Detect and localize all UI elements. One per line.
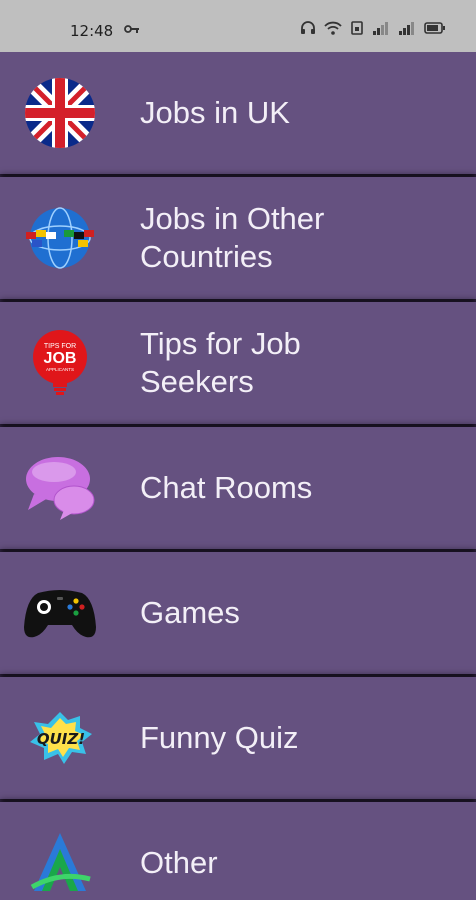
menu-item-label: Chat Rooms [140,470,313,505]
menu-item-funny-quiz[interactable]: QUIZ! Funny Quiz [0,677,476,799]
quiz-icon: QUIZ! [30,712,92,764]
globe-flags-icon [26,207,94,269]
other-logo-icon [30,833,91,891]
menu-item-label: Jobs in UK [140,95,290,130]
menu-item-tips-job-seekers[interactable]: TIPS FOR JOB APPLICANTS Tips for Job See… [0,302,476,424]
uk-flag-icon [25,78,95,148]
lightbulb-tips-icon: TIPS FOR JOB APPLICANTS [33,330,87,395]
tips-icon-text: JOB [44,350,77,367]
signal-icon [399,22,414,35]
status-time: 12:48 [70,22,114,40]
menu-item-chat-rooms[interactable]: Chat Rooms [0,427,476,549]
quiz-icon-text: QUIZ! [37,730,85,748]
wifi-icon [324,21,342,35]
tips-icon-text: APPLICANTS [46,367,74,372]
menu-item-label: Tips for Job Seekers [140,326,301,399]
status-icons [300,21,446,35]
menu-item-label: Other [140,845,218,880]
menu-item-other[interactable]: Other [0,802,476,900]
gamepad-icon [24,590,96,638]
menu-item-label: Games [140,595,240,630]
menu-item-label: Funny Quiz [140,720,299,755]
signal-icon [373,22,388,35]
status-bar: 12:48 [0,0,476,52]
battery-icon [424,22,445,34]
menu-list: Jobs in UK Jobs in Other Countries TIPS … [0,52,476,900]
menu-item-jobs-in-uk[interactable]: Jobs in UK [0,52,476,174]
chat-bubbles-icon [26,457,95,520]
sim-icon [351,21,363,35]
menu-item-games[interactable]: Games [0,552,476,674]
headset-icon [301,21,315,34]
tips-icon-text: TIPS FOR [44,343,76,350]
menu-item-jobs-other-countries[interactable]: Jobs in Other Countries [0,177,476,299]
key-icon [124,25,139,33]
menu-item-label: Jobs in Other Countries [140,201,325,274]
